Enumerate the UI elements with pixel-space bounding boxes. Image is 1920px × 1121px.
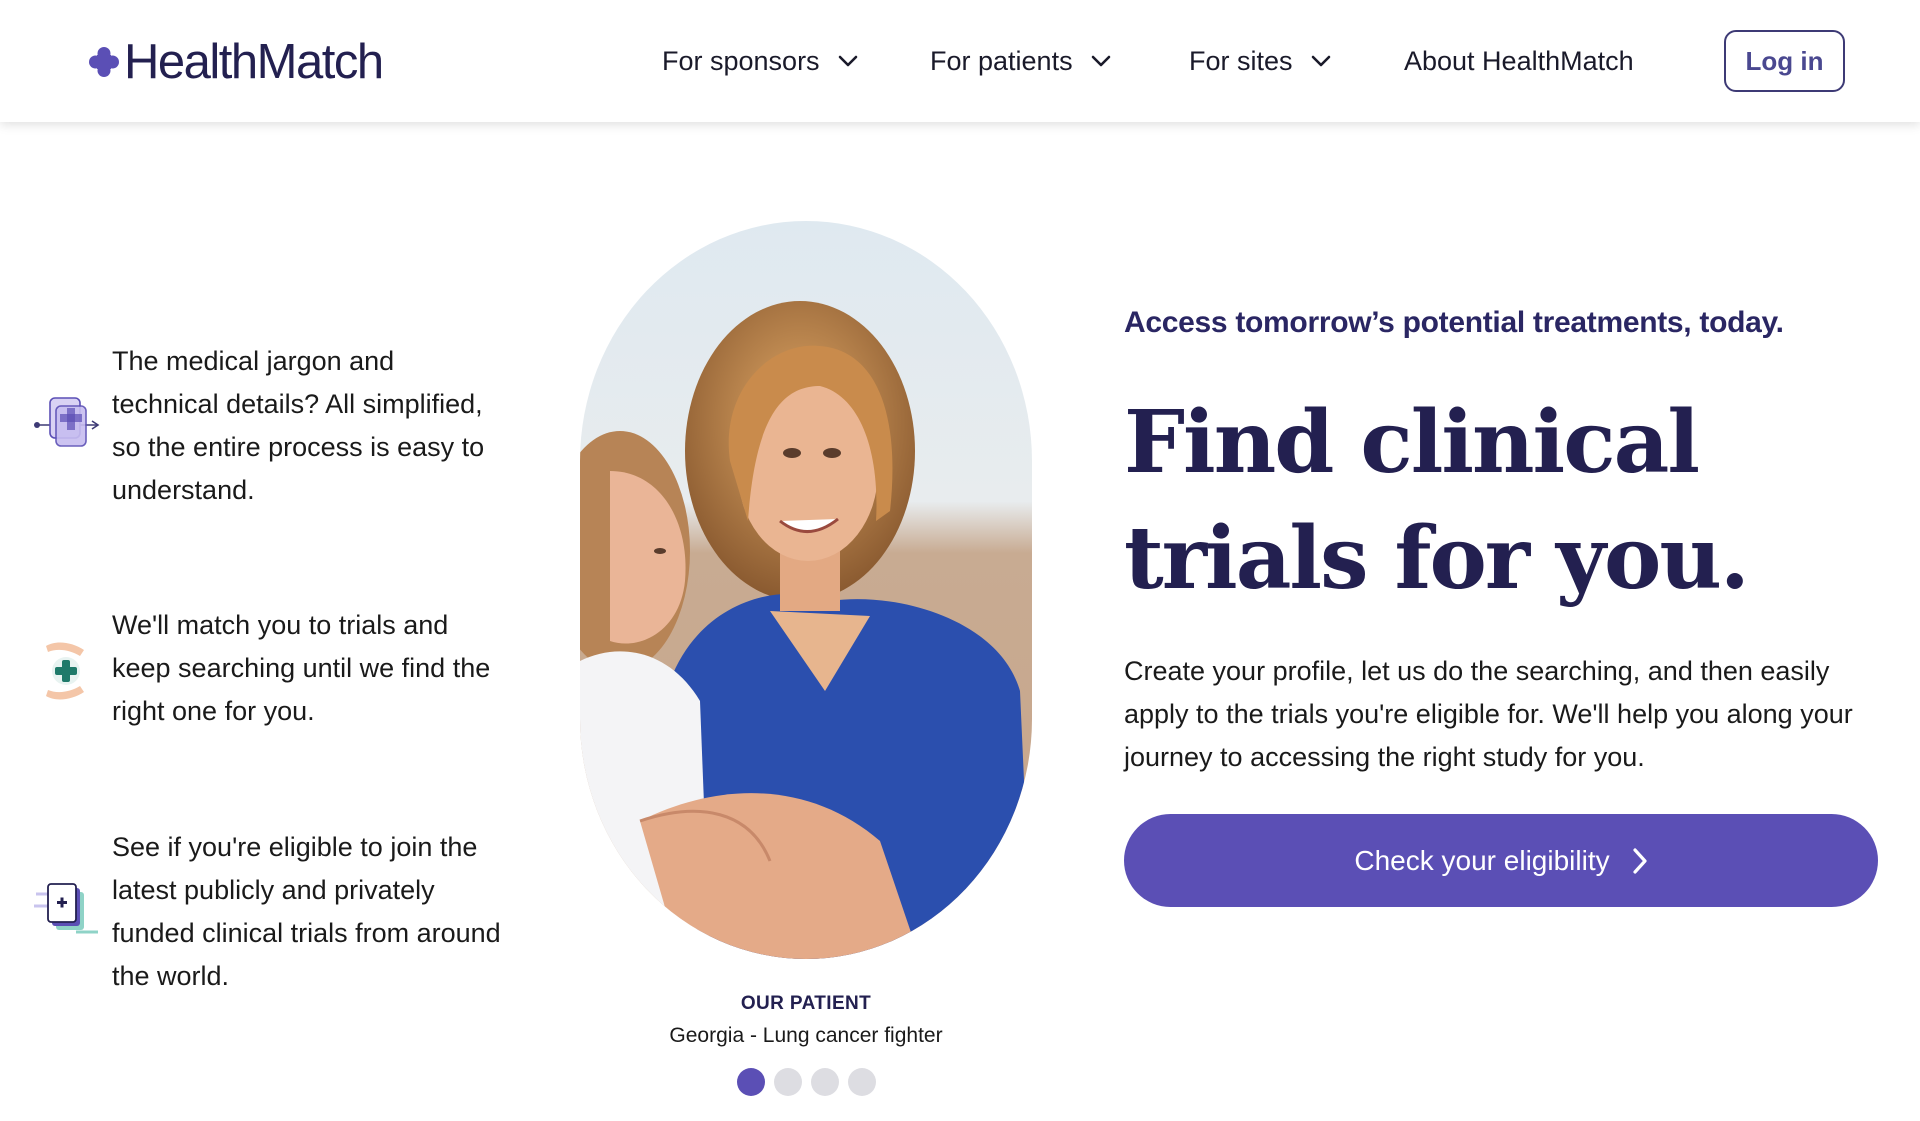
hero-eyebrow: Access tomorrow’s potential treatments, …	[1124, 306, 1784, 339]
patient-photo	[580, 221, 1032, 959]
carousel-dot-3[interactable]	[811, 1068, 839, 1096]
feature-text: See if you're eligible to join the lates…	[112, 832, 501, 991]
carousel-dots	[737, 1068, 876, 1096]
chevron-right-icon	[1633, 847, 1647, 874]
nav-item-about[interactable]: About HealthMatch	[1404, 36, 1634, 86]
eligibility-card-icon	[32, 876, 102, 946]
feature-item: We'll match you to trials and keep searc…	[32, 604, 502, 744]
nav-item-label: For sites	[1189, 45, 1293, 76]
carousel-dot-2[interactable]	[774, 1068, 802, 1096]
carousel-dot-4[interactable]	[848, 1068, 876, 1096]
nav-item-for-sites[interactable]: For sites	[1189, 36, 1331, 86]
chevron-down-icon	[1091, 55, 1110, 67]
cta-label: Check your eligibility	[1354, 844, 1610, 876]
feature-text: We'll match you to trials and keep searc…	[112, 610, 491, 726]
logo-wordmark: HealthMatch	[124, 35, 384, 89]
carousel-dot-1[interactable]	[737, 1068, 765, 1096]
nav-item-label: About HealthMatch	[1404, 45, 1634, 76]
chevron-down-icon	[1311, 55, 1330, 67]
hero-headline: Find clinical trials for you.	[1124, 392, 1750, 609]
chevron-down-icon	[838, 55, 857, 67]
logo-link[interactable]: HealthMatch	[88, 34, 384, 90]
login-button[interactable]: Log in	[1724, 30, 1845, 92]
nav-item-label: For patients	[930, 45, 1073, 76]
feature-item: The medical jargon and technical details…	[32, 340, 502, 520]
patient-name: Georgia - Lung cancer fighter	[669, 1024, 943, 1047]
feature-text: The medical jargon and technical details…	[112, 346, 485, 505]
patient-label: OUR PATIENT	[740, 993, 872, 1014]
check-eligibility-button[interactable]: Check your eligibility	[1124, 814, 1878, 907]
documents-simplify-icon	[32, 390, 102, 460]
nav-item-for-patients[interactable]: For patients	[930, 36, 1111, 86]
feature-item: See if you're eligible to join the lates…	[32, 826, 502, 1006]
nav-item-for-sponsors[interactable]: For sponsors	[662, 36, 858, 86]
hero-description: Create your profile, let us do the searc…	[1124, 656, 1853, 772]
site-header: HealthMatch For sponsors For patients Fo…	[0, 0, 1920, 122]
plus-cross-icon	[88, 46, 120, 78]
nav-item-label: For sponsors	[662, 45, 820, 76]
hands-cross-icon	[32, 636, 102, 706]
